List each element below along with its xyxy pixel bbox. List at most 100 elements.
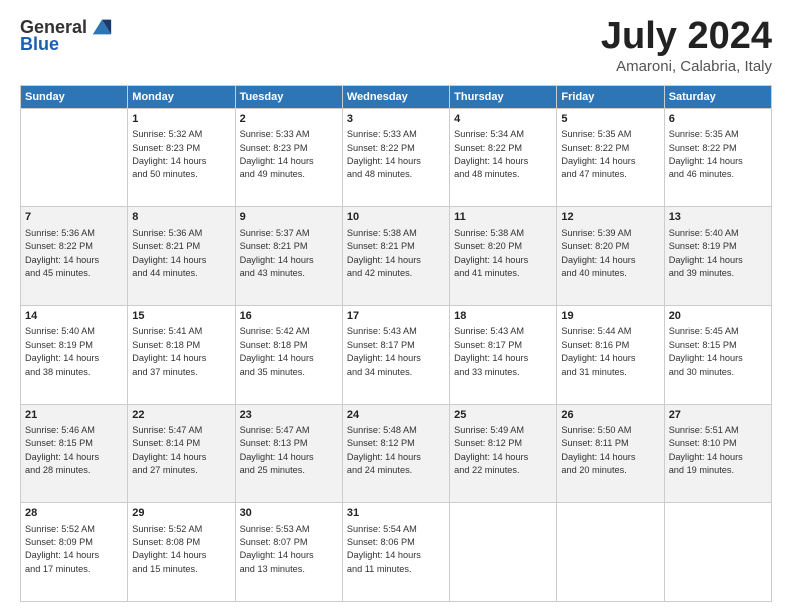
table-cell: 14Sunrise: 5:40 AM Sunset: 8:19 PM Dayli…: [21, 306, 128, 405]
day-number: 23: [240, 408, 338, 423]
day-number: 26: [561, 408, 659, 423]
table-cell: 17Sunrise: 5:43 AM Sunset: 8:17 PM Dayli…: [342, 306, 449, 405]
table-cell: 12 Sunrise: 5:39 AM Sunset: 8:20 PM Dayli…: [557, 207, 664, 306]
day-info: Sunrise: 5:42 AM Sunset: 8:18 PM Dayligh…: [240, 325, 338, 378]
day-number: 13: [669, 210, 767, 225]
day-info: Sunrise: 5:40 AM Sunset: 8:19 PM Dayligh…: [25, 325, 123, 378]
day-info: Sunrise: 5:51 AM Sunset: 8:10 PM Dayligh…: [669, 424, 767, 477]
day-info: Sunrise: 5:35 AM Sunset: 8:22 PM Dayligh…: [561, 128, 659, 181]
day-info: Sunrise: 5:38 AM Sunset: 8:20 PM Dayligh…: [454, 227, 552, 280]
table-cell: 3Sunrise: 5:33 AM Sunset: 8:22 PM Daylig…: [342, 108, 449, 207]
header-saturday: Saturday: [664, 85, 771, 108]
day-info: Sunrise: 5:46 AM Sunset: 8:15 PM Dayligh…: [25, 424, 123, 477]
day-info: Sunrise: 5:41 AM Sunset: 8:18 PM Dayligh…: [132, 325, 230, 378]
day-info: Sunrise: 5:54 AM Sunset: 8:06 PM Dayligh…: [347, 523, 445, 576]
day-info: Sunrise: 5:35 AM Sunset: 8:22 PM Dayligh…: [669, 128, 767, 181]
day-info: Sunrise: 5:33 AM Sunset: 8:23 PM Dayligh…: [240, 128, 338, 181]
day-number: 8: [132, 210, 230, 225]
logo-icon: [91, 16, 113, 38]
table-cell: 16Sunrise: 5:42 AM Sunset: 8:18 PM Dayli…: [235, 306, 342, 405]
day-info: Sunrise: 5:36 AM Sunset: 8:21 PM Dayligh…: [132, 227, 230, 280]
day-number: 17: [347, 309, 445, 324]
table-cell: 6Sunrise: 5:35 AM Sunset: 8:22 PM Daylig…: [664, 108, 771, 207]
day-info: Sunrise: 5:43 AM Sunset: 8:17 PM Dayligh…: [454, 325, 552, 378]
day-number: 14: [25, 309, 123, 324]
table-cell: 15Sunrise: 5:41 AM Sunset: 8:18 PM Dayli…: [128, 306, 235, 405]
day-info: Sunrise: 5:40 AM Sunset: 8:19 PM Dayligh…: [669, 227, 767, 280]
day-number: 7: [25, 210, 123, 225]
day-number: 27: [669, 408, 767, 423]
title-block: July 2024 Amaroni, Calabria, Italy: [601, 16, 772, 75]
day-number: 20: [669, 309, 767, 324]
day-number: 25: [454, 408, 552, 423]
header-friday: Friday: [557, 85, 664, 108]
table-cell: 25Sunrise: 5:49 AM Sunset: 8:12 PM Dayli…: [450, 404, 557, 503]
header-thursday: Thursday: [450, 85, 557, 108]
header-tuesday: Tuesday: [235, 85, 342, 108]
table-cell: 24Sunrise: 5:48 AM Sunset: 8:12 PM Dayli…: [342, 404, 449, 503]
day-number: 9: [240, 210, 338, 225]
day-number: 11: [454, 210, 552, 225]
day-number: 4: [454, 112, 552, 127]
table-cell: 26Sunrise: 5:50 AM Sunset: 8:11 PM Dayli…: [557, 404, 664, 503]
table-cell: 21Sunrise: 5:46 AM Sunset: 8:15 PM Dayli…: [21, 404, 128, 503]
table-cell: 8 Sunrise: 5:36 AM Sunset: 8:21 PM Daylig…: [128, 207, 235, 306]
header: General Blue July 2024 Amaroni, Calabria…: [20, 16, 772, 75]
table-cell: [21, 108, 128, 207]
table-cell: [557, 503, 664, 602]
day-info: Sunrise: 5:52 AM Sunset: 8:08 PM Dayligh…: [132, 523, 230, 576]
day-number: 6: [669, 112, 767, 127]
day-number: 31: [347, 506, 445, 521]
table-cell: 10Sunrise: 5:38 AM Sunset: 8:21 PM Dayli…: [342, 207, 449, 306]
day-info: Sunrise: 5:47 AM Sunset: 8:14 PM Dayligh…: [132, 424, 230, 477]
day-number: 18: [454, 309, 552, 324]
day-info: Sunrise: 5:47 AM Sunset: 8:13 PM Dayligh…: [240, 424, 338, 477]
calendar-week-4: 21Sunrise: 5:46 AM Sunset: 8:15 PM Dayli…: [21, 404, 772, 503]
day-number: 29: [132, 506, 230, 521]
day-info: Sunrise: 5:32 AM Sunset: 8:23 PM Dayligh…: [132, 128, 230, 181]
day-info: Sunrise: 5:48 AM Sunset: 8:12 PM Dayligh…: [347, 424, 445, 477]
day-info: Sunrise: 5:39 AM Sunset: 8:20 PM Dayligh…: [561, 227, 659, 280]
calendar-week-3: 14Sunrise: 5:40 AM Sunset: 8:19 PM Dayli…: [21, 306, 772, 405]
day-number: 30: [240, 506, 338, 521]
day-number: 10: [347, 210, 445, 225]
day-number: 19: [561, 309, 659, 324]
calendar-week-5: 28 Sunrise: 5:52 AM Sunset: 8:09 PM Dayli…: [21, 503, 772, 602]
table-cell: 13 Sunrise: 5:40 AM Sunset: 8:19 PM Dayli…: [664, 207, 771, 306]
day-info: Sunrise: 5:34 AM Sunset: 8:22 PM Dayligh…: [454, 128, 552, 181]
table-cell: 29 Sunrise: 5:52 AM Sunset: 8:08 PM Dayli…: [128, 503, 235, 602]
table-cell: 11 Sunrise: 5:38 AM Sunset: 8:20 PM Dayli…: [450, 207, 557, 306]
logo: General Blue: [20, 16, 113, 55]
month-title: July 2024: [601, 16, 772, 58]
table-cell: [450, 503, 557, 602]
day-info: Sunrise: 5:37 AM Sunset: 8:21 PM Dayligh…: [240, 227, 338, 280]
location-subtitle: Amaroni, Calabria, Italy: [601, 58, 772, 75]
table-cell: 2Sunrise: 5:33 AM Sunset: 8:23 PM Daylig…: [235, 108, 342, 207]
day-number: 15: [132, 309, 230, 324]
day-number: 5: [561, 112, 659, 127]
table-cell: 23Sunrise: 5:47 AM Sunset: 8:13 PM Dayli…: [235, 404, 342, 503]
page: General Blue July 2024 Amaroni, Calabria…: [0, 0, 792, 612]
table-cell: 4Sunrise: 5:34 AM Sunset: 8:22 PM Daylig…: [450, 108, 557, 207]
logo-blue: Blue: [20, 34, 59, 55]
table-cell: 1Sunrise: 5:32 AM Sunset: 8:23 PM Daylig…: [128, 108, 235, 207]
day-number: 21: [25, 408, 123, 423]
day-number: 1: [132, 112, 230, 127]
table-cell: 20Sunrise: 5:45 AM Sunset: 8:15 PM Dayli…: [664, 306, 771, 405]
day-number: 3: [347, 112, 445, 127]
day-number: 12: [561, 210, 659, 225]
table-cell: 31 Sunrise: 5:54 AM Sunset: 8:06 PM Dayli…: [342, 503, 449, 602]
calendar-header-row: Sunday Monday Tuesday Wednesday Thursday…: [21, 85, 772, 108]
day-info: Sunrise: 5:50 AM Sunset: 8:11 PM Dayligh…: [561, 424, 659, 477]
day-number: 24: [347, 408, 445, 423]
day-info: Sunrise: 5:33 AM Sunset: 8:22 PM Dayligh…: [347, 128, 445, 181]
table-cell: 7 Sunrise: 5:36 AM Sunset: 8:22 PM Daylig…: [21, 207, 128, 306]
table-cell: [664, 503, 771, 602]
day-number: 28: [25, 506, 123, 521]
day-info: Sunrise: 5:49 AM Sunset: 8:12 PM Dayligh…: [454, 424, 552, 477]
day-info: Sunrise: 5:43 AM Sunset: 8:17 PM Dayligh…: [347, 325, 445, 378]
day-info: Sunrise: 5:36 AM Sunset: 8:22 PM Dayligh…: [25, 227, 123, 280]
header-wednesday: Wednesday: [342, 85, 449, 108]
calendar-week-2: 7 Sunrise: 5:36 AM Sunset: 8:22 PM Daylig…: [21, 207, 772, 306]
day-info: Sunrise: 5:52 AM Sunset: 8:09 PM Dayligh…: [25, 523, 123, 576]
